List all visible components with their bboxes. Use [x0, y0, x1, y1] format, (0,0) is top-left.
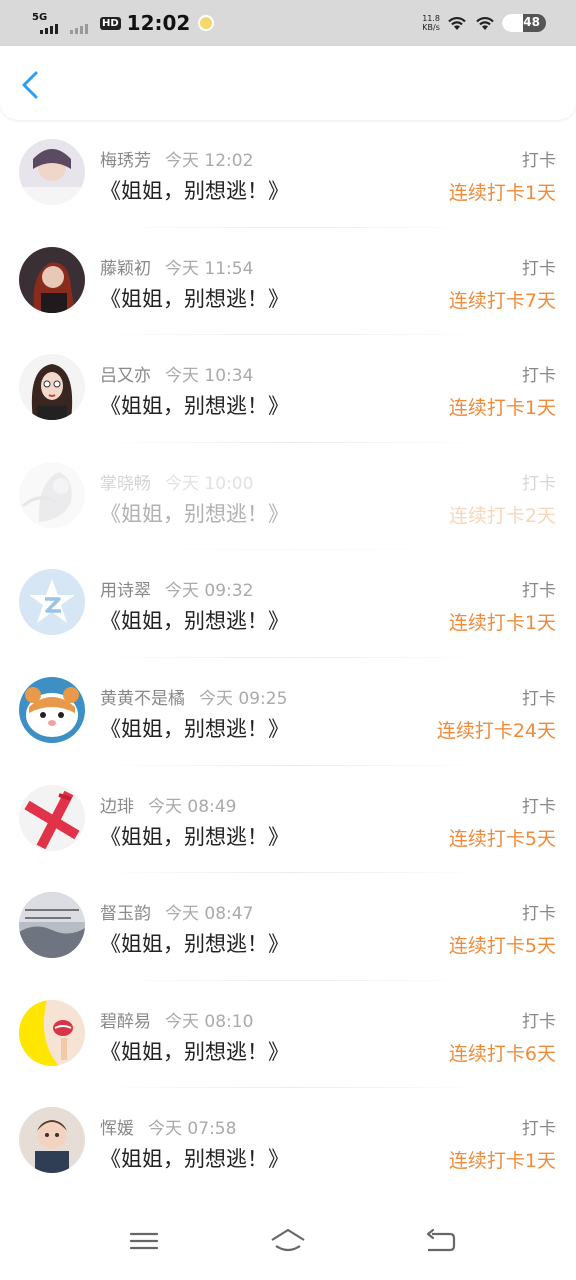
user-name: 恽媛 今天 07:58 [100, 1119, 237, 1140]
user-name: 碧醉易 今天 08:10 [100, 1011, 254, 1032]
checkin-label: 打卡 [522, 1011, 556, 1032]
streak-label: 连续打卡5天 [448, 935, 556, 958]
status-bar: 5G HD 12:02 11.8 KB/s 48 [0, 0, 576, 46]
user-name: 黄黄不是橘 今天 09:25 [100, 688, 288, 709]
list-item[interactable]: 黄黄不是橘 今天 09:25 《姐姐，别想逃！》 打卡 连续打卡24天 [0, 658, 576, 766]
home-icon[interactable] [268, 1226, 308, 1256]
book-title: 《姐姐，别想逃！》 [100, 501, 289, 526]
streak-label: 连续打卡24天 [436, 719, 556, 742]
streak-label: 连续打卡1天 [448, 182, 556, 204]
user-name: 藤颖初 今天 11:54 [100, 258, 254, 279]
book-title: 《姐姐，别想逃！》 [100, 932, 289, 957]
book-title: 《姐姐，别想逃！》 [100, 286, 289, 311]
book-title: 《姐姐，别想逃！》 [100, 716, 289, 741]
menu-icon[interactable] [124, 1226, 164, 1256]
cellular-signal-2-icon [66, 10, 92, 36]
list-item[interactable]: 吕又亦 今天 10:34 《姐姐，别想逃！》 打卡 连续打卡1天 [0, 335, 576, 443]
checkin-label: 打卡 [522, 796, 556, 817]
checkin-label: 打卡 [522, 904, 556, 925]
list-item[interactable]: 藤颖初 今天 11:54 《姐姐，别想逃！》 打卡 连续打卡7天 [0, 228, 576, 336]
list-item[interactable]: 督玉韵 今天 08:47 《姐姐，别想逃！》 打卡 连续打卡5天 [0, 873, 576, 981]
streak-label: 连续打卡6天 [448, 1042, 556, 1065]
avatar[interactable] [19, 1107, 85, 1174]
checkin-label: 打卡 [522, 151, 556, 171]
checkin-time: 今天 08:47 [165, 904, 254, 925]
checkin-time: 今天 08:49 [148, 796, 237, 817]
avatar[interactable] [19, 139, 85, 205]
network-type: 5G [32, 12, 48, 23]
avatar[interactable] [19, 676, 85, 743]
back-icon[interactable] [420, 1226, 460, 1256]
checkin-time: 今天 11:54 [165, 258, 254, 279]
avatar[interactable] [19, 784, 85, 851]
list-item[interactable]: 碧醉易 今天 08:10 《姐姐，别想逃！》 打卡 连续打卡6天 [0, 981, 576, 1089]
chevron-left-icon[interactable] [18, 70, 44, 100]
checkin-label: 打卡 [522, 258, 556, 279]
user-name: 吕又亦 今天 10:34 [100, 366, 254, 387]
streak-label: 连续打卡1天 [448, 397, 556, 420]
checkin-time: 今天 12:02 [165, 151, 254, 171]
checkin-label: 打卡 [522, 688, 556, 709]
system-nav-bar [0, 1200, 576, 1280]
streak-label: 连续打卡1天 [448, 612, 556, 635]
user-name: 边琲 今天 08:49 [100, 796, 237, 817]
checkin-label: 打卡 [522, 581, 556, 602]
book-title: 《姐姐，别想逃！》 [100, 824, 289, 849]
list-item[interactable]: 边琲 今天 08:49 《姐姐，别想逃！》 打卡 连续打卡5天 [0, 766, 576, 874]
checkin-time: 今天 07:58 [148, 1119, 237, 1140]
status-time: 12:02 [126, 11, 191, 35]
network-speed: 11.8 KB/s [422, 14, 440, 32]
checkin-time: 今天 10:34 [165, 366, 254, 387]
avatar[interactable] [19, 461, 85, 528]
avatar[interactable] [19, 569, 85, 636]
checkin-time: 今天 09:25 [199, 688, 288, 709]
checkin-label: 打卡 [522, 1119, 556, 1140]
book-title: 《姐姐，别想逃！》 [100, 179, 289, 203]
user-name: 掌晓畅 今天 10:00 [100, 473, 254, 494]
hd-badge: HD [100, 16, 121, 30]
checkin-time: 今天 09:32 [165, 581, 254, 602]
checkin-label: 打卡 [522, 473, 556, 494]
list-item[interactable]: 恽媛 今天 07:58 《姐姐，别想逃！》 打卡 连续打卡1天 [0, 1088, 576, 1196]
book-title: 《姐姐，别想逃！》 [100, 609, 289, 634]
battery-icon: 48 [502, 14, 546, 32]
streak-label: 连续打卡1天 [448, 1150, 556, 1173]
avatar[interactable] [19, 246, 85, 313]
book-title: 《姐姐，别想逃！》 [100, 394, 289, 419]
wifi-icon [448, 17, 466, 30]
streak-label: 连续打卡7天 [448, 289, 556, 312]
user-name: 用诗翠 今天 09:32 [100, 581, 254, 602]
streak-label: 连续打卡5天 [448, 827, 556, 850]
streak-label: 连续打卡2天 [448, 504, 556, 527]
checkin-time: 今天 10:00 [165, 473, 254, 494]
checkin-time: 今天 08:10 [165, 1011, 254, 1032]
cellular-signal-icon: 5G [32, 10, 58, 36]
user-name: 梅琇芳 今天 12:02 [100, 151, 254, 171]
user-name: 督玉韵 今天 08:47 [100, 904, 254, 925]
wifi-icon-2 [476, 17, 494, 30]
book-title: 《姐姐，别想逃！》 [100, 1147, 289, 1172]
avatar[interactable] [19, 892, 85, 959]
checkin-list: 梅琇芳 今天 12:02 《姐姐，别想逃！》 打卡 连续打卡1天 藤颖初 今天 11… [0, 120, 576, 1196]
checkin-label: 打卡 [522, 366, 556, 387]
list-item[interactable]: 掌晓畅 今天 10:00 《姐姐，别想逃！》 打卡 连续打卡2天 [0, 443, 576, 551]
avatar[interactable] [19, 354, 85, 421]
avatar[interactable] [19, 999, 85, 1066]
list-item[interactable]: 梅琇芳 今天 12:02 《姐姐，别想逃！》 打卡 连续打卡1天 [0, 120, 576, 228]
list-item[interactable]: 用诗翠 今天 09:32 《姐姐，别想逃！》 打卡 连续打卡1天 [0, 550, 576, 658]
top-header [0, 46, 576, 120]
notification-app-icon [198, 15, 215, 31]
battery-level: 48 [523, 15, 540, 29]
book-title: 《姐姐，别想逃！》 [100, 1039, 289, 1064]
